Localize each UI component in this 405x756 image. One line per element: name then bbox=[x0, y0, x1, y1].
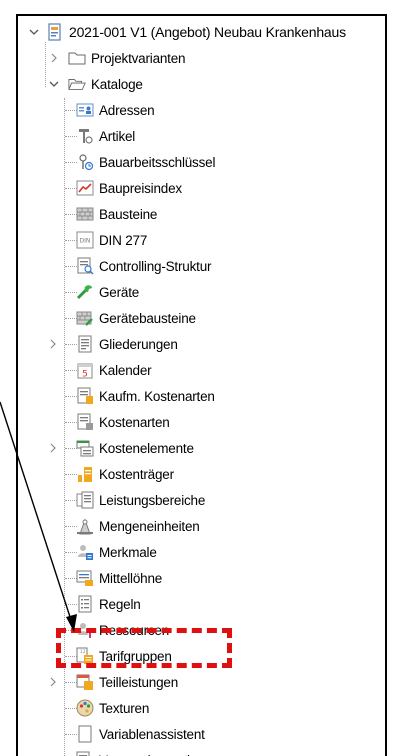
tree-item-label: Baupreisindex bbox=[99, 180, 182, 196]
expand-chevron-icon[interactable] bbox=[48, 339, 58, 349]
tree-item-label: Kostenträger bbox=[99, 466, 174, 482]
device-blocks-icon bbox=[76, 309, 94, 327]
textures-palette-icon bbox=[76, 699, 94, 717]
tree-item-label: Adressen bbox=[99, 102, 155, 118]
highlight-box bbox=[56, 628, 232, 668]
collapse-chevron-icon[interactable] bbox=[28, 27, 40, 37]
building-blocks-icon bbox=[76, 205, 94, 223]
expand-chevron-icon[interactable] bbox=[48, 677, 58, 687]
tree-item-label: Vertragsbausteine bbox=[99, 753, 205, 756]
tree-connector bbox=[45, 42, 46, 87]
tree-item-mengeneinheiten[interactable]: Mengeneinheiten bbox=[76, 514, 200, 538]
folder-icon bbox=[68, 49, 86, 67]
tree-item-label: Gerätebausteine bbox=[99, 310, 196, 326]
outline-document-icon bbox=[76, 335, 94, 353]
tree-item-label: DIN 277 bbox=[99, 232, 148, 248]
attributes-icon bbox=[76, 543, 94, 561]
tree-item-label: Projektvarianten bbox=[91, 50, 186, 66]
rules-icon bbox=[76, 595, 94, 613]
tree-item-label: Mittellöhne bbox=[99, 570, 163, 586]
article-icon bbox=[76, 127, 94, 145]
partial-services-icon bbox=[76, 673, 94, 691]
tree-item-kostenträger[interactable]: Kostenträger bbox=[76, 462, 174, 486]
tree-item-gliederungen[interactable]: Gliederungen bbox=[76, 332, 178, 356]
average-wages-icon bbox=[76, 569, 94, 587]
service-areas-icon bbox=[76, 491, 94, 509]
tree-item-projektvarianten[interactable]: Projektvarianten bbox=[48, 46, 186, 70]
tree-item-kostenelemente[interactable]: Kostenelemente bbox=[76, 436, 194, 460]
tree-item-label: Geräte bbox=[99, 284, 140, 300]
tree-item-merkmale[interactable]: Merkmale bbox=[76, 540, 157, 564]
tree-item-label: Bausteine bbox=[99, 206, 158, 222]
tree-item-kataloge[interactable]: Kataloge bbox=[48, 72, 143, 96]
tree-item-label: Merkmale bbox=[99, 544, 157, 560]
tree-item-kaufm-kostenarten[interactable]: Kaufm. Kostenarten bbox=[76, 384, 215, 408]
key-icon bbox=[76, 153, 94, 171]
cost-elements-icon bbox=[76, 439, 94, 457]
variable-assistant-icon bbox=[76, 725, 94, 743]
svg-text:5: 5 bbox=[82, 370, 88, 380]
open-folder-icon bbox=[68, 75, 86, 93]
cost-types-icon bbox=[76, 413, 94, 431]
tree-item-artikel[interactable]: Artikel bbox=[76, 124, 135, 148]
tree-item-label: Leistungsbereiche bbox=[99, 492, 206, 508]
tree-item-leistungsbereiche[interactable]: Leistungsbereiche bbox=[76, 488, 205, 512]
tree-item-din-277[interactable]: DIN DIN 277 bbox=[76, 228, 147, 252]
calendar-icon: 5 bbox=[76, 361, 94, 379]
contract-blocks-icon bbox=[76, 751, 94, 756]
tree-item-label: Variablenassistent bbox=[99, 726, 205, 742]
svg-text:DIN: DIN bbox=[80, 238, 91, 245]
tool-icon bbox=[76, 283, 94, 301]
price-index-chart-icon bbox=[76, 179, 94, 197]
project-icon bbox=[46, 23, 64, 41]
expand-chevron-icon[interactable] bbox=[48, 53, 60, 63]
units-icon bbox=[76, 517, 94, 535]
controlling-structure-icon bbox=[76, 257, 94, 275]
tree-item-label: Controlling-Struktur bbox=[99, 258, 212, 274]
address-card-icon bbox=[76, 101, 94, 119]
tree-item-vertragsbausteine[interactable]: Vertragsbausteine bbox=[76, 748, 205, 756]
tree-item-label: Kostenarten bbox=[99, 414, 170, 430]
tree-item-geräte[interactable]: Geräte bbox=[76, 280, 139, 304]
tree-item-gerätebausteine[interactable]: Gerätebausteine bbox=[76, 306, 196, 330]
tree-item-label: Bauarbeitsschlüssel bbox=[99, 154, 216, 170]
tree-item-controlling-struktur[interactable]: Controlling-Struktur bbox=[76, 254, 211, 278]
tree-item-label: Gliederungen bbox=[99, 336, 178, 352]
tree-item-mittellöhne[interactable]: Mittellöhne bbox=[76, 566, 162, 590]
root-label: 2021-001 V1 (Angebot) Neubau Krankenhaus bbox=[69, 24, 346, 40]
tree-root-project[interactable]: 2021-001 V1 (Angebot) Neubau Krankenhaus bbox=[28, 20, 346, 44]
tree-item-label: Kalender bbox=[99, 362, 152, 378]
tree-item-bausteine[interactable]: Bausteine bbox=[76, 202, 157, 226]
tree-item-label: Kataloge bbox=[91, 76, 143, 92]
commercial-cost-types-icon bbox=[76, 387, 94, 405]
tree-item-label: Kostenelemente bbox=[99, 440, 194, 456]
tree-item-label: Regeln bbox=[99, 596, 141, 612]
tree-item-adressen[interactable]: Adressen bbox=[76, 98, 155, 122]
tree-item-label: Mengeneinheiten bbox=[99, 518, 200, 534]
tree-item-variablenassistent[interactable]: Variablenassistent bbox=[76, 722, 205, 746]
tree-item-bauarbeitsschlüssel[interactable]: Bauarbeitsschlüssel bbox=[76, 150, 215, 174]
tree-item-label: Kaufm. Kostenarten bbox=[99, 388, 215, 404]
tree-item-teilleistungen[interactable]: Teilleistungen bbox=[76, 670, 178, 694]
tree-item-texturen[interactable]: Texturen bbox=[76, 696, 149, 720]
tree-item-baupreisindex[interactable]: Baupreisindex bbox=[76, 176, 182, 200]
din-icon: DIN bbox=[76, 231, 94, 249]
tree-item-label: Texturen bbox=[99, 700, 150, 716]
tree-item-regeln[interactable]: Regeln bbox=[76, 592, 141, 616]
tree-item-label: Teilleistungen bbox=[99, 674, 179, 690]
tree-item-kostenarten[interactable]: Kostenarten bbox=[76, 410, 170, 434]
tree-item-label: Artikel bbox=[99, 128, 136, 144]
collapse-chevron-icon[interactable] bbox=[48, 79, 60, 89]
cost-carrier-icon bbox=[76, 465, 94, 483]
tree-item-kalender[interactable]: 5 Kalender bbox=[76, 358, 152, 382]
expand-chevron-icon[interactable] bbox=[48, 443, 58, 453]
